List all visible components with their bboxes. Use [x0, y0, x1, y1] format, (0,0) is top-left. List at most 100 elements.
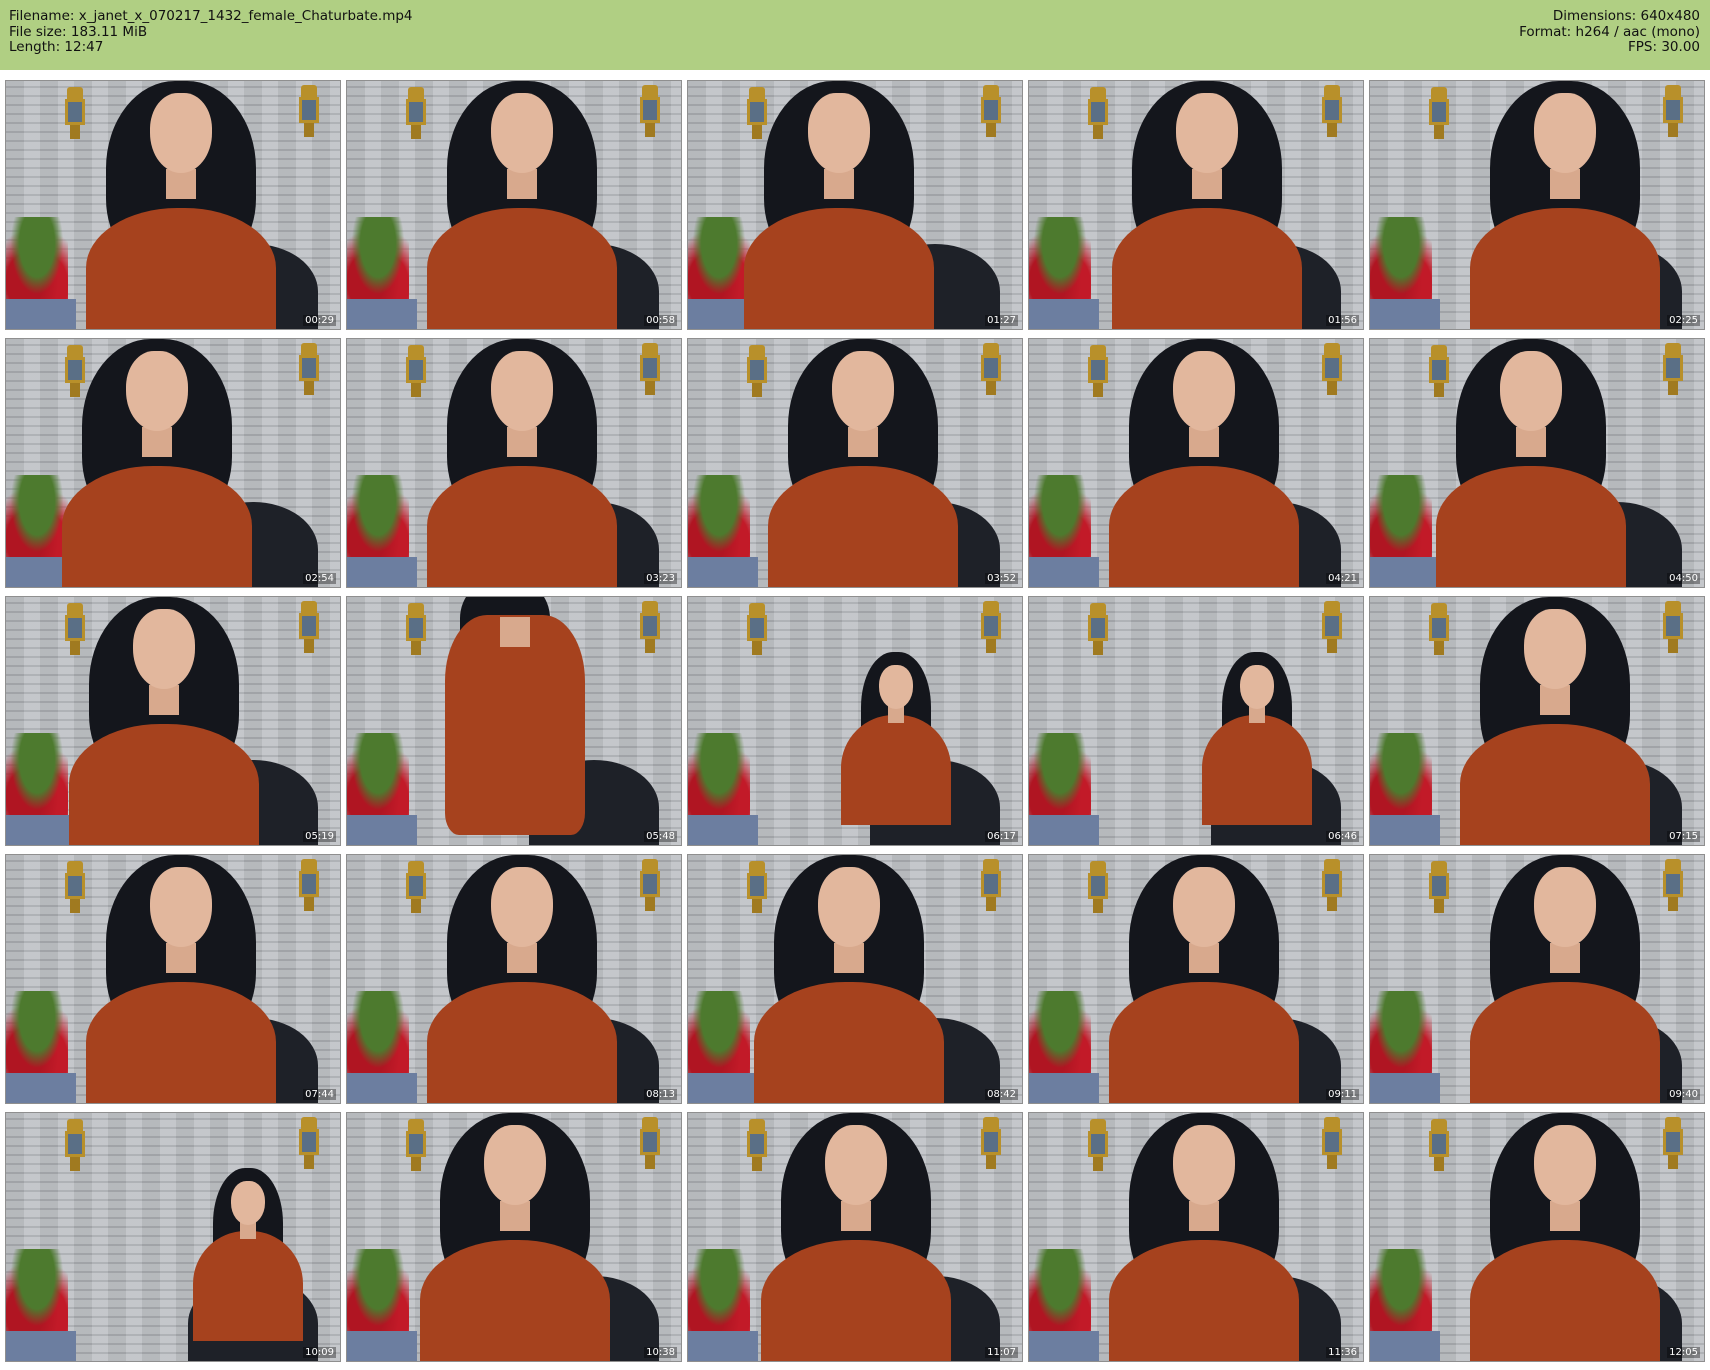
lamp-top [1431, 345, 1447, 357]
fps-text: FPS: 30.00 [1628, 39, 1700, 55]
plant-decor [347, 475, 409, 561]
face [490, 93, 553, 173]
lamp-base [1327, 1155, 1337, 1169]
wall-lamp-right [978, 859, 1004, 913]
video-thumbnail: 11:07 [687, 1112, 1023, 1362]
lamp-top [1090, 603, 1106, 615]
stand-decor [1029, 557, 1099, 587]
plant-decor [1370, 475, 1432, 561]
plant-decor [6, 991, 68, 1077]
dimensions-text: Dimensions: 640x480 [1552, 8, 1700, 24]
plant-decor [1029, 733, 1091, 819]
lamp-glass [299, 871, 319, 897]
stand-decor [1370, 1073, 1440, 1103]
lamp-base [1093, 1157, 1103, 1171]
lamp-base [1327, 381, 1337, 395]
timestamp-label: 06:46 [1326, 831, 1359, 842]
face [1500, 351, 1563, 431]
lamp-base [411, 383, 421, 397]
video-thumbnail: 12:05 [1369, 1112, 1705, 1362]
wall-lamp-left [403, 861, 429, 915]
plant-decor [1029, 991, 1091, 1077]
plant-decor [347, 733, 409, 819]
stand-decor [347, 815, 417, 845]
lamp-top [642, 601, 658, 613]
lamp-glass [1322, 871, 1342, 897]
video-thumbnail: 10:09 [5, 1112, 341, 1362]
plant-decor [6, 1249, 68, 1335]
lamp-base [1434, 1157, 1444, 1171]
dress [1202, 715, 1313, 825]
plant-decor [6, 217, 68, 303]
stand-decor [1370, 299, 1440, 329]
wall-lamp-right [296, 859, 322, 913]
lamp-base [986, 123, 996, 137]
timestamp-label: 05:48 [644, 831, 677, 842]
neck [1549, 943, 1580, 973]
face [1533, 1125, 1596, 1205]
video-thumbnail: 05:48 [346, 596, 682, 846]
lamp-base [1093, 383, 1103, 397]
wall-lamp-left [1426, 861, 1452, 915]
lamp-top [301, 601, 317, 613]
dress [1108, 466, 1299, 587]
wall-lamp-right [296, 1117, 322, 1171]
lamp-glass [1663, 613, 1683, 639]
stand-decor [1029, 1073, 1099, 1103]
lamp-glass [299, 97, 319, 123]
timestamp-label: 06:17 [985, 831, 1018, 842]
lamp-glass [406, 873, 426, 899]
plant-decor [688, 217, 750, 303]
dress [1469, 1240, 1660, 1361]
timestamp-label: 07:44 [303, 1089, 336, 1100]
lamp-glass [640, 355, 660, 381]
wall-lamp-left [744, 345, 770, 399]
wall-lamp-right [978, 343, 1004, 397]
video-thumbnail: 06:17 [687, 596, 1023, 846]
face [149, 867, 212, 947]
face [825, 1125, 887, 1205]
lamp-top [642, 859, 658, 871]
lamp-glass [1429, 99, 1449, 125]
wall-lamp-right [978, 601, 1004, 655]
timestamp-label: 11:07 [985, 1347, 1018, 1358]
video-thumbnail: 01:27 [687, 80, 1023, 330]
lamp-base [1327, 639, 1337, 653]
lamp-glass [1663, 871, 1683, 897]
wall-lamp-left [744, 1119, 770, 1173]
stand-decor [347, 299, 417, 329]
wall-lamp-left [62, 861, 88, 915]
lamp-glass [640, 871, 660, 897]
neck [1188, 427, 1219, 457]
lamp-base [304, 123, 314, 137]
lamp-top [1431, 87, 1447, 99]
timestamp-label: 12:05 [1667, 1347, 1700, 1358]
lamp-base [1434, 899, 1444, 913]
wall-lamp-left [1426, 1119, 1452, 1173]
video-thumbnail: 00:29 [5, 80, 341, 330]
lamp-base [70, 125, 80, 139]
lamp-top [642, 1117, 658, 1129]
stand-decor [1029, 815, 1099, 845]
lamp-glass [406, 615, 426, 641]
plant-decor [688, 733, 750, 819]
timestamp-label: 03:23 [644, 573, 677, 584]
wall-lamp-left [1426, 603, 1452, 657]
timestamp-label: 10:38 [644, 1347, 677, 1358]
plant-decor [1370, 217, 1432, 303]
neck [500, 1201, 530, 1231]
neck [500, 617, 530, 647]
lamp-base [986, 639, 996, 653]
lamp-top [1324, 85, 1340, 97]
dress [426, 982, 617, 1103]
wall-lamp-left [1085, 1119, 1111, 1173]
lamp-top [642, 85, 658, 97]
video-thumbnail: 02:54 [5, 338, 341, 588]
wall-lamp-right [1660, 1117, 1686, 1171]
lamp-glass [1663, 97, 1683, 123]
lamp-base [411, 899, 421, 913]
lamp-base [70, 641, 80, 655]
lamp-base [304, 639, 314, 653]
lamp-top [1431, 603, 1447, 615]
timestamp-label: 10:09 [303, 1347, 336, 1358]
